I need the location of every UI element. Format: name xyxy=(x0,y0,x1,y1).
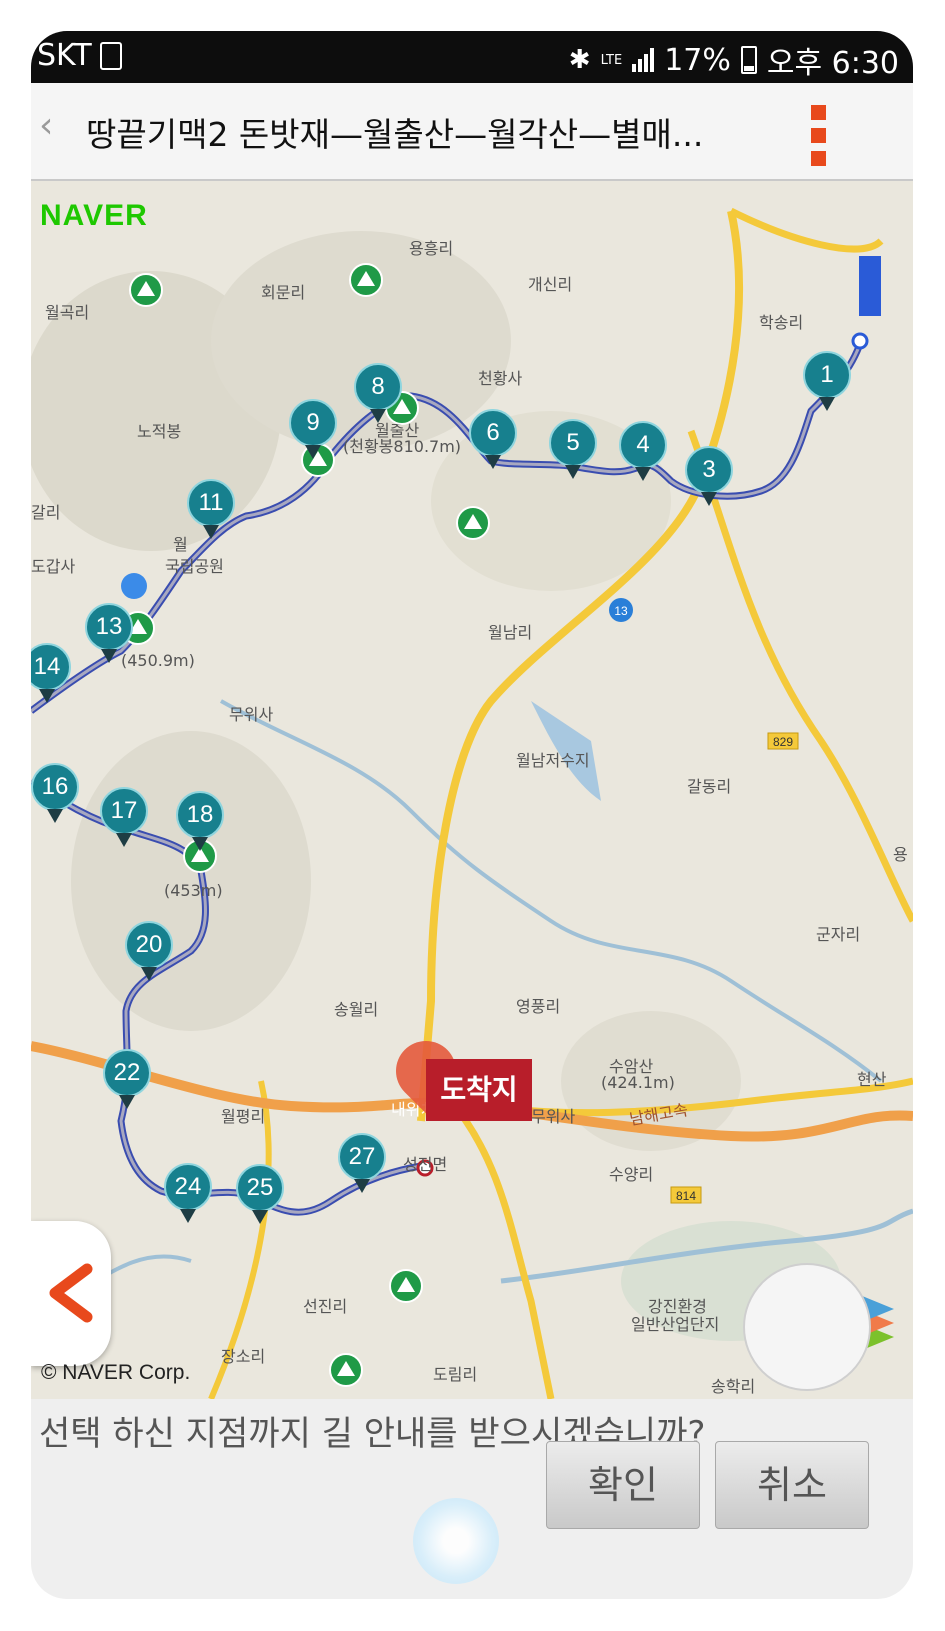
place-label: 수양리 xyxy=(609,1165,654,1184)
place-label: (424.1m) xyxy=(601,1073,675,1092)
waypoint-marker[interactable]: 4 xyxy=(619,421,667,481)
start-flag xyxy=(859,256,881,316)
mountain-icon[interactable] xyxy=(129,273,163,307)
waypoint-marker[interactable]: 8 xyxy=(354,363,402,423)
place-label: 개신리 xyxy=(528,275,573,294)
place-label: 국립공원 xyxy=(165,557,224,576)
mountain-icon[interactable] xyxy=(456,506,490,540)
place-label: 갈동리 xyxy=(687,777,732,796)
place-label: 장소리 xyxy=(221,1347,266,1366)
phone-screen: SKT ✱ LTE 17% 오후 6:30 ‹ 땅끝기맥2 돈밧재—월출산—월각… xyxy=(31,31,913,1599)
floating-orb-icon[interactable] xyxy=(413,1498,499,1584)
naver-logo: NAVER xyxy=(40,199,148,232)
place-label: 갈리 xyxy=(31,503,61,522)
place-label: 용흥리 xyxy=(409,239,454,258)
clock: 오후 6:30 xyxy=(766,46,899,81)
waypoint-marker[interactable]: 6 xyxy=(469,409,517,469)
waypoint-marker[interactable]: 1 xyxy=(803,351,851,411)
place-label: (453m) xyxy=(164,881,223,900)
cancel-button[interactable]: 취소 xyxy=(715,1441,869,1529)
waypoint-marker[interactable]: 13 xyxy=(85,603,133,663)
road-badge-814-label: 814 xyxy=(676,1189,696,1203)
mountain-icon[interactable] xyxy=(389,1269,423,1303)
sim-icon xyxy=(99,41,122,70)
waypoint-marker[interactable]: 17 xyxy=(100,787,148,847)
waypoint-marker[interactable]: 25 xyxy=(236,1164,284,1224)
place-label: 무위사 xyxy=(229,705,274,724)
place-label: 노적봉 xyxy=(137,422,182,441)
place-label: 무위사 xyxy=(531,1107,576,1126)
mountain-icon[interactable] xyxy=(329,1353,363,1387)
map-layers-button[interactable] xyxy=(743,1263,871,1391)
waypoint-marker[interactable]: 11 xyxy=(187,479,235,539)
carrier-label: SKT xyxy=(37,38,92,73)
back-icon[interactable]: ‹ xyxy=(39,105,53,146)
place-label: 도갑사 xyxy=(31,557,76,576)
confirm-button[interactable]: 확인 xyxy=(546,1441,700,1529)
place-label: 일반산업단지 xyxy=(631,1315,720,1334)
place-label: 송월리 xyxy=(334,1000,379,1019)
place-label: 현산 xyxy=(857,1070,887,1089)
waypoint-marker[interactable]: 18 xyxy=(176,791,224,851)
waypoint-marker[interactable]: 24 xyxy=(164,1163,212,1223)
battery-percent: 17% xyxy=(664,42,731,78)
place-label: 천황사 xyxy=(478,369,523,388)
place-label: 도림리 xyxy=(433,1365,478,1384)
map-canvas: 13 829 814 xyxy=(31,207,913,1399)
map-copyright: © NAVER Corp. xyxy=(41,1361,191,1384)
place-label: 월남저수지 xyxy=(516,751,590,770)
place-label: 학송리 xyxy=(759,313,804,332)
road xyxy=(687,429,913,923)
place-label: 회문리 xyxy=(261,283,306,302)
place-label: 월남리 xyxy=(488,623,533,642)
mountain-icon[interactable] xyxy=(349,263,383,297)
road-badge-829-label: 829 xyxy=(773,735,793,749)
waypoint-marker[interactable]: 16 xyxy=(31,763,79,823)
battery-icon xyxy=(740,46,757,74)
waypoint-marker[interactable]: 22 xyxy=(103,1049,151,1109)
location-pin xyxy=(121,573,147,599)
place-label: 송학리 xyxy=(711,1377,756,1396)
waypoint-marker[interactable]: 5 xyxy=(549,419,597,479)
place-label: 월곡리 xyxy=(45,303,90,322)
destination-label[interactable]: 도착지 xyxy=(426,1059,532,1121)
place-label: 성전면 xyxy=(403,1155,448,1174)
place-label: (450.9m) xyxy=(121,651,195,670)
app-bar: ‹ 땅끝기맥2 돈밧재—월출산—월각산—별매... xyxy=(31,83,913,181)
place-label: 월 xyxy=(173,535,188,554)
place-label: 선진리 xyxy=(303,1297,348,1316)
waypoint-marker[interactable]: 20 xyxy=(125,921,173,981)
collapse-panel-button[interactable] xyxy=(31,1221,111,1366)
road xyxy=(729,207,884,253)
place-label: 군자리 xyxy=(816,925,861,944)
bluetooth-icon: ✱ xyxy=(568,45,591,75)
signal-icon xyxy=(632,48,655,72)
waypoint-marker[interactable]: 3 xyxy=(685,446,733,506)
map-view[interactable]: 13 829 814 NAVER 용흥리 회문리 월곡리 개신리 학송리 천황사… xyxy=(31,181,913,1399)
overflow-menu-icon[interactable] xyxy=(811,105,827,174)
chevron-left-icon xyxy=(49,1263,93,1323)
lte-label: LTE xyxy=(600,52,623,68)
place-label: 월평리 xyxy=(221,1107,266,1126)
page-title: 땅끝기맥2 돈밧재—월출산—월각산—별매... xyxy=(86,115,704,154)
place-label: 용 xyxy=(893,845,908,864)
road-badge-13-label: 13 xyxy=(614,604,628,618)
start-point xyxy=(851,332,869,350)
status-bar: SKT ✱ LTE 17% 오후 6:30 xyxy=(31,31,913,83)
place-label: 영풍리 xyxy=(516,997,561,1016)
waypoint-marker[interactable]: 9 xyxy=(289,399,337,459)
waypoint-marker[interactable]: 27 xyxy=(338,1133,386,1193)
road xyxy=(448,1098,555,1399)
